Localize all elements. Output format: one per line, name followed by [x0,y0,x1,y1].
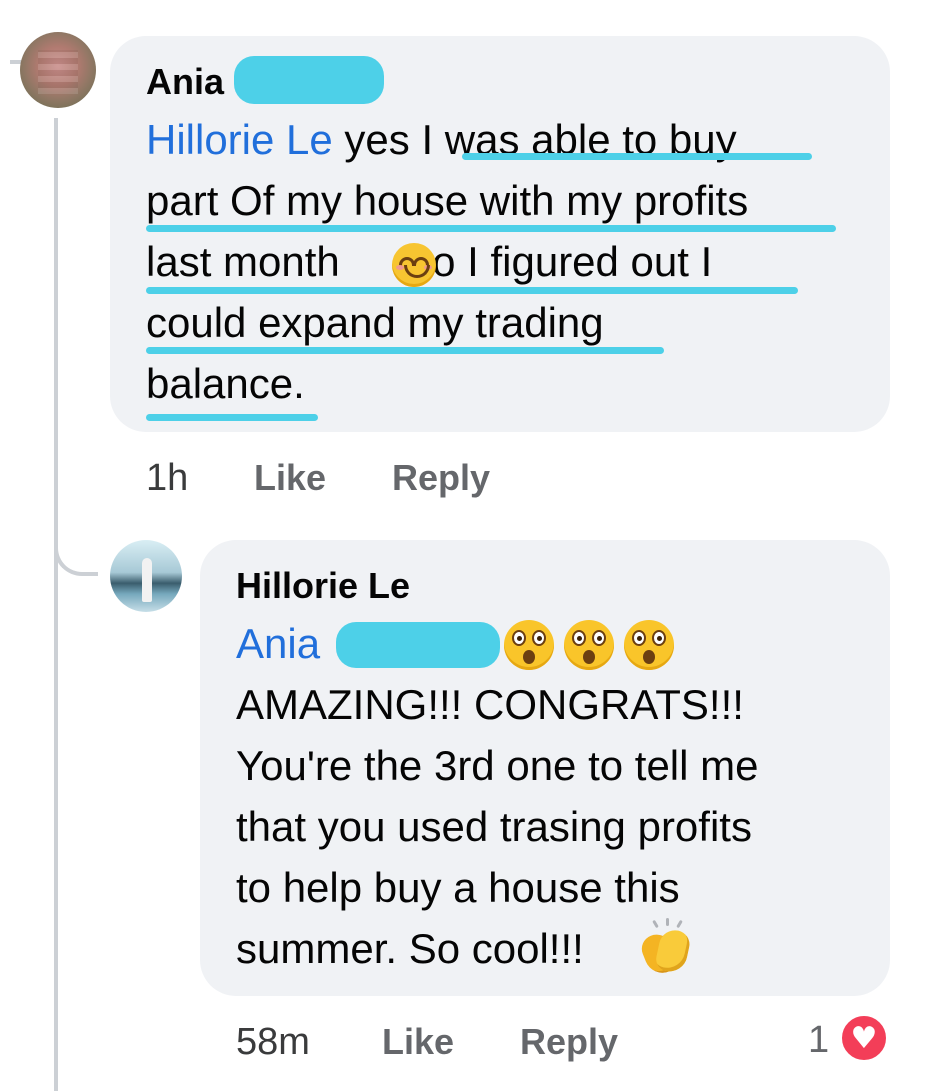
flushed-face-icon [624,620,674,670]
mention-link[interactable]: Hillorie Le [146,116,333,163]
reply-line-6: summer. So cool!!! [236,925,584,972]
reply-button[interactable]: Reply [392,458,490,498]
clapping-hands-icon [637,918,693,979]
reply-line-5: to help buy a house this [236,864,680,911]
like-button[interactable]: Like [382,1022,454,1062]
thread-line [54,118,58,1091]
redacted-surname [234,56,384,104]
reaction-count[interactable]: 1 [808,1020,829,1060]
heart-reaction-icon[interactable] [838,1012,890,1064]
comment-line-4: could expand my trading [146,299,604,346]
avatar-hillorie[interactable] [110,540,182,612]
comment-line-2: part Of my house with my profits [146,177,749,224]
highlight-underline [462,153,812,160]
reply-line-3: You're the 3rd one to tell me [236,742,759,789]
flushed-face-icon [564,620,614,670]
highlight-underline [146,347,664,354]
highlight-underline [146,414,318,421]
flushed-face-icon [504,620,554,670]
comment-timestamp[interactable]: 1h [146,458,188,498]
reply-line-2: AMAZING!!! CONGRATS!!! [236,681,744,728]
reply-line-1: Ania [236,618,320,670]
highlight-underline [146,287,798,294]
reply-author-name[interactable]: Hillorie Le [236,566,410,606]
reply-button[interactable]: Reply [520,1022,618,1062]
comment-author-name[interactable]: Ania [146,62,224,102]
reply-timestamp[interactable]: 58m [236,1022,310,1062]
reply-line-4: that you used trasing profits [236,803,752,850]
smiling-face-icon [392,243,436,287]
thread-reply-connector [54,528,98,576]
redacted-surname [336,622,500,668]
highlight-underline [146,225,836,232]
mention-link[interactable]: Ania [236,620,320,667]
comment-line-5: balance. [146,360,305,407]
avatar-ania[interactable] [20,32,96,108]
like-button[interactable]: Like [254,458,326,498]
